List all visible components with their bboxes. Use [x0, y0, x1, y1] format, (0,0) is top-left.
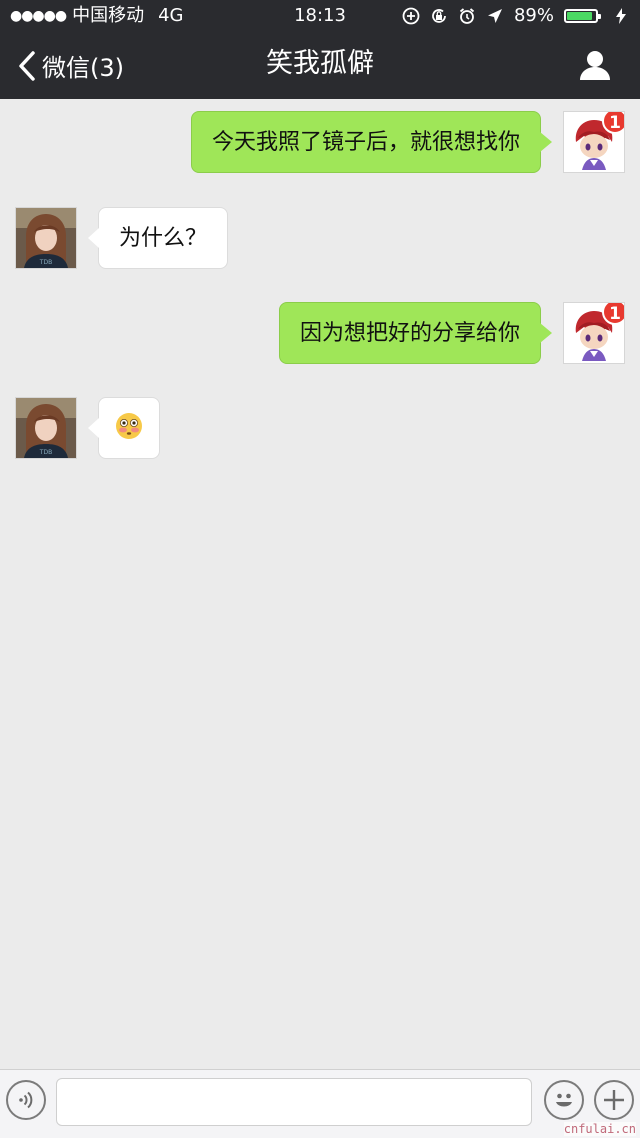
notification-badge: 1: [602, 112, 624, 134]
incoming-message[interactable]: 为什么？: [87, 207, 229, 269]
battery-icon: [564, 9, 601, 23]
message-text: 今天我照了镜子后，就很想找你: [211, 130, 520, 155]
chat-info-button[interactable]: [578, 48, 612, 82]
message-text: 因为想把好的分享给你: [299, 321, 520, 346]
message-text: 😳: [115, 412, 143, 446]
outgoing-message[interactable]: 今天我照了镜子后，就很想找你: [190, 111, 553, 173]
outgoing-message[interactable]: 因为想把好的分享给你: [278, 302, 553, 364]
svg-text:TDB: TDB: [39, 449, 52, 456]
flushed-face-icon: [116, 413, 142, 439]
alarm-icon: [458, 7, 476, 25]
emoji-button[interactable]: [544, 1080, 584, 1120]
smiley-icon: [556, 1093, 572, 1107]
my-avatar[interactable]: 1: [563, 111, 625, 173]
message-text: 为什么？: [119, 226, 208, 251]
nav-bar: 微信(3) 笑我孤僻: [0, 32, 640, 99]
person-icon: [580, 51, 610, 80]
battery-fill: [567, 12, 592, 20]
contact-photo: TDB: [16, 208, 76, 268]
battery-percent: 89%: [513, 5, 554, 26]
charging-icon: [612, 7, 630, 25]
status-bar: ●●●●● 中国移动 4G 18:13 89%: [0, 0, 640, 32]
watermark: cnfulai.cn: [563, 1122, 636, 1136]
chat-title: 笑我孤僻: [266, 48, 374, 79]
svg-text:TDB: TDB: [39, 259, 52, 266]
chat-area[interactable]: 今天我照了镜子后，就很想找你 1 TDB 为什么？ 因为想把好的分享给你 1 T…: [0, 99, 640, 1069]
voice-icon: [19, 1091, 33, 1109]
contact-avatar[interactable]: TDB: [15, 207, 77, 269]
message-input[interactable]: [56, 1078, 532, 1126]
top-bar: ●●●●● 中国移动 4G 18:13 89% 微信(3) 笑我孤僻: [0, 0, 640, 99]
voice-button[interactable]: [6, 1080, 46, 1120]
sync-icon: [402, 7, 420, 25]
plus-icon: [604, 1090, 624, 1110]
input-bar: cnfulai.cn: [0, 1069, 640, 1138]
orientation-lock-icon: [430, 7, 448, 25]
incoming-message[interactable]: 😳: [88, 397, 160, 459]
more-button[interactable]: [594, 1080, 634, 1120]
contact-avatar[interactable]: TDB: [15, 397, 77, 459]
contact-photo: TDB: [16, 398, 76, 458]
location-arrow-icon: [486, 7, 504, 25]
notification-badge: 1: [602, 303, 624, 325]
my-avatar[interactable]: 1: [563, 302, 625, 364]
